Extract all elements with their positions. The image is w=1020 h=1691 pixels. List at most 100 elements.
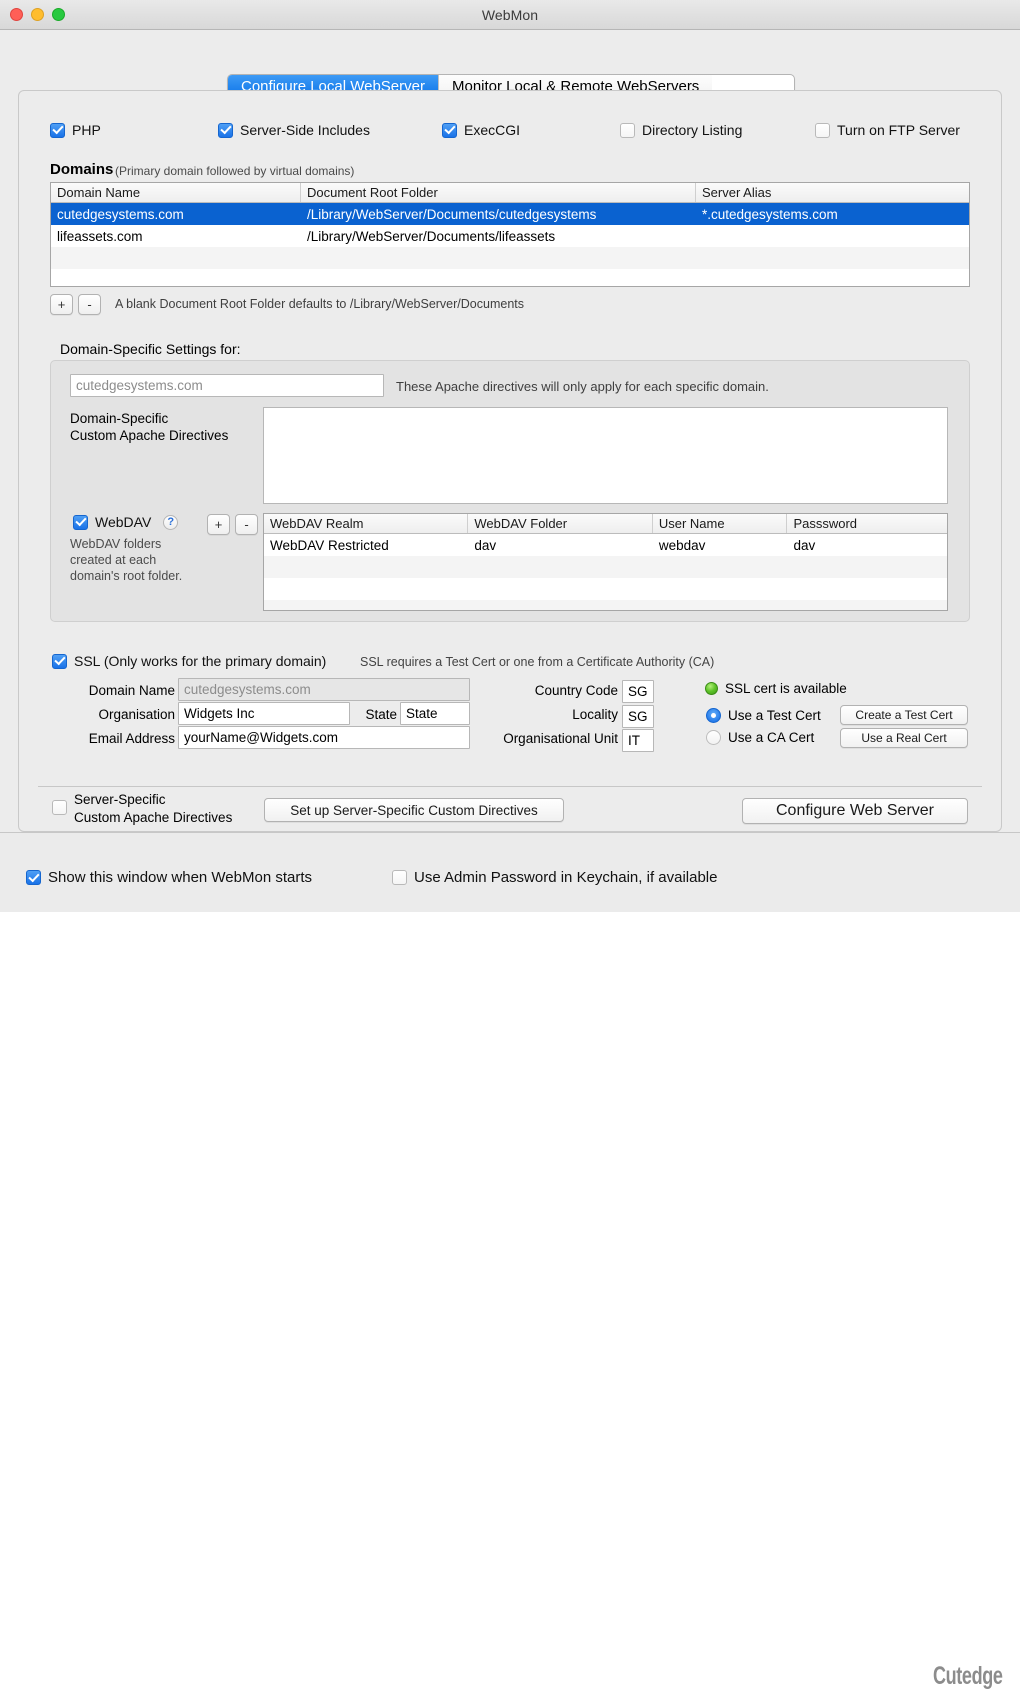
ssi-checkbox-box[interactable] (218, 123, 233, 138)
custom-directives-textarea[interactable] (263, 407, 948, 504)
setup-server-directives-button[interactable]: Set up Server-Specific Custom Directives (264, 798, 564, 822)
checkbox-directory-listing[interactable]: Directory Listing (620, 122, 742, 138)
webdav-table[interactable]: WebDAV Realm WebDAV Folder User Name Pas… (263, 513, 948, 611)
feature-checkbox-row: PHP Server-Side Includes ExecCGI Directo… (50, 122, 990, 142)
execcgi-checkbox-box[interactable] (442, 123, 457, 138)
ssl-locality-field[interactable]: SG (622, 705, 654, 728)
radio-use-test-cert[interactable]: Use a Test Cert (706, 708, 821, 723)
use-test-cert-label: Use a Test Cert (728, 708, 821, 723)
radio-use-ca-cert[interactable]: Use a CA Cert (706, 730, 814, 745)
table-row[interactable] (51, 269, 969, 287)
use-ca-cert-radio-box[interactable] (706, 730, 721, 745)
cutedge-logo: Cutedge (933, 1662, 1002, 1691)
cell-domain-name: lifeassets.com (51, 225, 301, 247)
cell-server-alias (696, 225, 969, 247)
window-footer: Show this window when WebMon starts Use … (0, 832, 1020, 912)
webdav-note: WebDAV folders created at each domain's … (70, 536, 182, 584)
cell-password: dav (787, 534, 947, 556)
server-specific-label: Server-Specific Custom Apache Directives (74, 791, 232, 827)
table-row[interactable] (51, 247, 969, 269)
cell-document-root: /Library/WebServer/Documents/lifeassets (301, 225, 696, 247)
column-header-user-name[interactable]: User Name (653, 514, 788, 533)
execcgi-label: ExecCGI (464, 122, 520, 138)
webmon-window: WebMon Configure Local WebServer Monitor… (0, 0, 1020, 882)
label-organisation: Organisation (40, 707, 175, 722)
cell-user-name: webdav (653, 534, 788, 556)
server-specific-label-line1: Server-Specific (74, 791, 232, 809)
label-email-address: Email Address (40, 731, 175, 746)
ssl-status-text: SSL cert is available (725, 681, 847, 696)
ssl-organisation-field[interactable]: Widgets Inc (178, 702, 350, 725)
domains-heading: Domains (50, 161, 113, 178)
checkbox-server-side-includes[interactable]: Server-Side Includes (218, 122, 370, 138)
keychain-label: Use Admin Password in Keychain, if avail… (414, 869, 718, 886)
column-header-webdav-realm[interactable]: WebDAV Realm (264, 514, 468, 533)
ftp-server-checkbox-box[interactable] (815, 123, 830, 138)
configure-web-server-button[interactable]: Configure Web Server (742, 798, 968, 824)
show-window-checkbox-box[interactable] (26, 870, 41, 885)
traffic-lights (10, 8, 65, 21)
cell-webdav-folder: dav (468, 534, 652, 556)
keychain-checkbox-box[interactable] (392, 870, 407, 885)
directory-listing-checkbox-box[interactable] (620, 123, 635, 138)
ssl-org-unit-field[interactable]: IT (622, 729, 654, 752)
table-row[interactable] (264, 556, 947, 578)
php-checkbox-box[interactable] (50, 123, 65, 138)
checkbox-show-window-on-start[interactable]: Show this window when WebMon starts (26, 869, 312, 886)
checkbox-turn-on-ftp-server[interactable]: Turn on FTP Server (815, 122, 960, 138)
add-domain-button[interactable]: + (50, 294, 73, 315)
domain-settings-note: These Apache directives will only apply … (396, 379, 769, 394)
custom-directives-label: Domain-Specific Custom Apache Directives (70, 410, 228, 444)
show-window-label: Show this window when WebMon starts (48, 869, 312, 886)
column-header-webdav-folder[interactable]: WebDAV Folder (468, 514, 652, 533)
domain-settings-domain-field[interactable]: cutedgesystems.com (70, 374, 384, 397)
label-domain-name: Domain Name (40, 683, 175, 698)
cell-server-alias: *.cutedgesystems.com (696, 203, 969, 225)
table-row[interactable] (264, 578, 947, 600)
column-header-password[interactable]: Passsword (787, 514, 947, 533)
column-header-document-root[interactable]: Document Root Folder (301, 183, 696, 202)
table-row[interactable]: cutedgesystems.com /Library/WebServer/Do… (51, 203, 969, 225)
ssl-country-code-field[interactable]: SG (622, 680, 654, 703)
checkbox-execcgi[interactable]: ExecCGI (442, 122, 520, 138)
remove-webdav-button[interactable]: - (235, 514, 258, 535)
checkbox-php[interactable]: PHP (50, 122, 101, 138)
column-header-server-alias[interactable]: Server Alias (696, 183, 969, 202)
ssi-label: Server-Side Includes (240, 122, 370, 138)
checkbox-ssl[interactable]: SSL (Only works for the primary domain) (52, 653, 326, 669)
label-country-code: Country Code (400, 683, 618, 698)
column-header-domain-name[interactable]: Domain Name (51, 183, 301, 202)
php-label: PHP (72, 122, 101, 138)
close-window-button[interactable] (10, 8, 23, 21)
status-led-icon (705, 682, 718, 695)
custom-directives-label-line1: Domain-Specific (70, 410, 228, 427)
ssl-checkbox-box[interactable] (52, 654, 67, 669)
server-specific-checkbox[interactable] (52, 800, 67, 815)
minimize-window-button[interactable] (31, 8, 44, 21)
webdav-table-header: WebDAV Realm WebDAV Folder User Name Pas… (264, 514, 947, 534)
webdav-checkbox-box[interactable] (73, 515, 88, 530)
window-titlebar: WebMon (0, 0, 1020, 30)
label-organisational-unit: Organisational Unit (400, 731, 618, 746)
use-real-cert-button[interactable]: Use a Real Cert (840, 728, 968, 748)
domains-table-header: Domain Name Document Root Folder Server … (51, 183, 969, 203)
table-row[interactable]: lifeassets.com /Library/WebServer/Docume… (51, 225, 969, 247)
use-test-cert-radio-box[interactable] (706, 708, 721, 723)
zoom-window-button[interactable] (52, 8, 65, 21)
directory-listing-label: Directory Listing (642, 122, 742, 138)
server-specific-label-line2: Custom Apache Directives (74, 809, 232, 827)
create-test-cert-button[interactable]: Create a Test Cert (840, 705, 968, 725)
add-webdav-button[interactable]: + (207, 514, 230, 535)
webdav-note-line1: WebDAV folders (70, 536, 182, 552)
checkbox-use-admin-password-keychain[interactable]: Use Admin Password in Keychain, if avail… (392, 869, 718, 886)
table-row[interactable] (264, 600, 947, 611)
table-row[interactable]: WebDAV Restricted dav webdav dav (264, 534, 947, 556)
domains-table[interactable]: Domain Name Document Root Folder Server … (50, 182, 970, 287)
remove-domain-button[interactable]: - (78, 294, 101, 315)
ssl-cert-status: SSL cert is available (705, 681, 847, 696)
window-title: WebMon (0, 7, 1020, 23)
help-icon[interactable]: ? (163, 515, 178, 530)
bottom-divider (38, 786, 982, 787)
cell-document-root: /Library/WebServer/Documents/cutedgesyst… (301, 203, 696, 225)
checkbox-webdav[interactable]: WebDAV ? (73, 514, 178, 530)
